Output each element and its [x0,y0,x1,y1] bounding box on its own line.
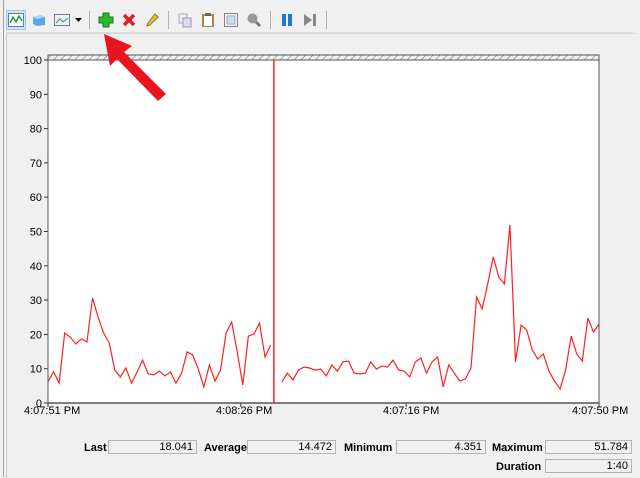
last-label: Last [84,442,107,454]
y-tick-label: 40 [30,261,42,273]
maximum-label: Maximum [492,442,543,454]
duration-label: Duration [496,461,542,473]
y-tick-label: 10 [30,364,42,376]
minimum-value: 4.351 [396,440,486,454]
maximum-value: 51.784 [545,440,632,454]
y-tick-label: 80 [30,124,42,136]
duration-value: 1:40 [545,459,632,473]
y-tick-label: 30 [30,295,42,307]
y-tick-label: 90 [30,89,42,101]
minimum-label: Minimum [344,442,393,454]
last-value: 18.041 [108,440,197,454]
x-axis-label: 4:07:51 PM [24,405,81,417]
line-chart: 0102030405060708090100 [24,54,600,410]
y-tick-label: 50 [30,227,42,239]
y-tick-label: 60 [30,192,42,204]
x-axis-label: 4:08:26 PM [216,405,273,417]
y-tick-label: 70 [30,158,42,170]
plot-area [48,60,599,403]
y-tick-label: 100 [24,55,42,67]
average-value: 14.472 [247,440,336,454]
hatched-band [47,54,600,61]
average-label: Average [204,442,248,454]
x-axis-label: 4:07:16 PM [383,405,440,417]
y-tick-label: 20 [30,329,42,341]
x-axis-label: 4:07:50 PM [572,405,629,417]
